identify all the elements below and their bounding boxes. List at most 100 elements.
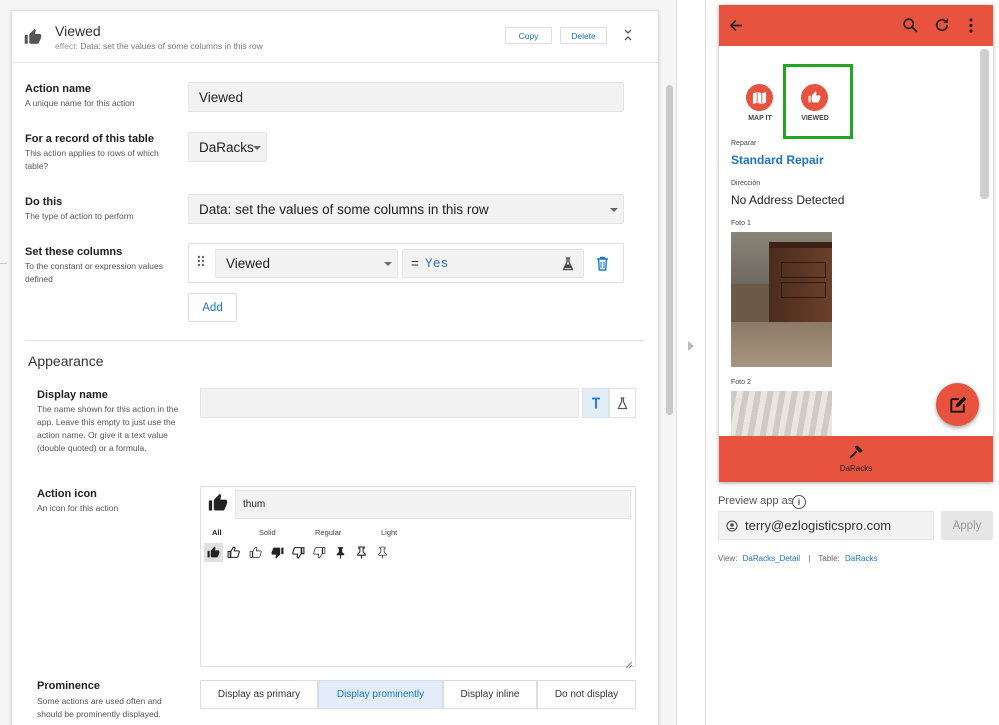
collapse-icon[interactable] — [622, 28, 634, 42]
direccion-label: Dirección — [731, 180, 761, 187]
trash-icon[interactable] — [596, 256, 609, 271]
account-icon — [726, 520, 738, 531]
delete-button[interactable]: Delete — [560, 27, 607, 44]
flask-icon — [617, 396, 628, 409]
icon-tab-regular[interactable]: Regular — [315, 528, 341, 537]
add-column-button[interactable]: Add — [188, 293, 237, 322]
icon-option-thumbtack-solid[interactable] — [334, 546, 347, 559]
chevron-down-icon — [384, 262, 392, 266]
icon-tab-light[interactable]: Light — [381, 528, 397, 537]
icon-option-thumbtack-regular[interactable] — [355, 546, 368, 559]
display-name-input[interactable] — [200, 388, 579, 418]
search-icon[interactable] — [902, 17, 919, 34]
edit-icon — [949, 396, 966, 413]
action-type-select[interactable]: Data: set the values of some columns in … — [188, 194, 624, 224]
photo-drawer-1 — [781, 262, 826, 278]
effect-text: Data: set the values of some columns in … — [80, 41, 263, 51]
expand-arrow-icon[interactable] — [688, 341, 694, 351]
icon-option-thumbs-up-solid[interactable] — [204, 543, 223, 562]
hammer-icon — [849, 445, 863, 459]
bottom-nav: DaRacks — [719, 436, 993, 482]
column-select-value: Viewed — [226, 256, 271, 271]
table-select[interactable]: DaRacks — [188, 132, 267, 162]
drag-handle-icon[interactable] — [196, 255, 206, 269]
resize-handle-icon[interactable] — [625, 656, 633, 669]
info-icon[interactable]: i — [792, 495, 806, 509]
view-label: View: — [718, 554, 738, 563]
view-link[interactable]: DaRacks_Detail — [743, 554, 800, 563]
table-label: Table: — [818, 554, 840, 563]
expression-mode-button[interactable] — [609, 388, 636, 418]
map-it-action[interactable]: MAP IT — [738, 84, 782, 126]
display-name-help: The name shown for this action in the ap… — [37, 404, 179, 453]
map-it-label: MAP IT — [748, 115, 772, 122]
direccion-value: No Address Detected — [731, 193, 845, 207]
expression-value: Yes — [424, 256, 449, 271]
icon-search-input[interactable]: thum — [235, 490, 631, 519]
table-link[interactable]: DaRacks — [845, 554, 877, 563]
bottom-nav-item[interactable]: DaRacks — [826, 444, 886, 478]
for-record-help: This action applies to rows of which tab… — [25, 148, 159, 171]
for-record-label: For a record of this table — [25, 133, 154, 145]
action-title: Viewed — [55, 23, 101, 39]
prominence-help: Some actions are used often and should b… — [37, 696, 162, 719]
map-icon — [746, 84, 773, 111]
icon-option-thumbs-up-regular[interactable] — [227, 546, 240, 559]
photo-carpet — [731, 322, 832, 367]
prominence-option-prominently[interactable]: Display prominently — [318, 680, 443, 709]
expression-input[interactable]: = Yes — [402, 249, 584, 278]
chevron-down-icon — [610, 208, 618, 212]
flask-icon[interactable] — [562, 257, 574, 271]
editor-scrollbar[interactable] — [666, 85, 673, 415]
action-name-help: A unique name for this action — [25, 98, 135, 108]
foto2-label: Foto 2 — [731, 379, 751, 386]
info-separator: | — [808, 554, 811, 563]
prominence-option-inline[interactable]: Display inline — [443, 680, 537, 709]
expression-eq: = — [411, 256, 419, 271]
foto1-image[interactable] — [731, 232, 832, 367]
app-bar — [719, 5, 993, 46]
foto1-label: Foto 1 — [731, 220, 751, 227]
preview-email-input[interactable]: terry@ezlogisticspro.com — [718, 511, 934, 540]
copy-button[interactable]: Copy — [505, 27, 552, 44]
icon-tab-all[interactable]: All — [212, 528, 222, 537]
icon-tab-solid[interactable]: Solid — [259, 528, 276, 537]
set-columns-help: To the constant or expression values def… — [25, 261, 163, 284]
foto2-image[interactable] — [731, 391, 832, 436]
action-editor-pane: Viewed effect: Data: set the values of s… — [0, 0, 676, 725]
prominence-option-none[interactable]: Do not display — [537, 680, 636, 709]
preview-scrollbar[interactable] — [980, 49, 989, 199]
icon-option-thumbs-down-regular[interactable] — [292, 546, 305, 559]
action-icon-help: An icon for this action — [37, 503, 119, 513]
left-edge-line — [0, 263, 7, 264]
icon-option-thumbs-down-light[interactable] — [313, 546, 326, 559]
reparar-value[interactable]: Standard Repair — [731, 153, 824, 167]
column-select[interactable]: Viewed — [215, 249, 398, 278]
effect-prefix: effect: — [55, 41, 78, 51]
viewed-action[interactable]: VIEWED — [793, 84, 837, 126]
display-name-label: Display name — [37, 389, 108, 401]
icon-option-thumbs-up-light[interactable] — [249, 546, 262, 559]
action-icon-label: Action icon — [37, 488, 97, 500]
chevron-down-icon — [253, 146, 261, 150]
preview-email-value: terry@ezlogisticspro.com — [745, 518, 892, 533]
pane-divider[interactable] — [676, 0, 706, 725]
action-name-input[interactable]: Viewed — [188, 82, 624, 112]
selected-thumbs-up-icon — [208, 493, 228, 513]
appearance-title: Appearance — [28, 353, 104, 369]
back-arrow-icon[interactable] — [728, 17, 745, 34]
icon-option-thumbs-down-solid[interactable] — [271, 546, 284, 559]
prominence-option-primary[interactable]: Display as primary — [200, 680, 318, 709]
refresh-icon[interactable] — [933, 16, 951, 34]
view-table-info: View: DaRacks_Detail | Table: DaRacks — [718, 554, 877, 563]
viewed-label: VIEWED — [801, 115, 829, 122]
more-vert-icon[interactable] — [968, 17, 974, 34]
action-card: Viewed effect: Data: set the values of s… — [11, 10, 659, 725]
do-this-help: The type of action to perform — [25, 211, 134, 221]
icon-option-thumbtack-light[interactable] — [376, 546, 389, 559]
edit-fab[interactable] — [936, 383, 979, 426]
apply-button[interactable]: Apply — [941, 511, 993, 540]
action-type-value: Data: set the values of some columns in … — [199, 201, 489, 217]
text-mode-button[interactable] — [582, 388, 609, 418]
text-format-icon — [591, 397, 600, 409]
